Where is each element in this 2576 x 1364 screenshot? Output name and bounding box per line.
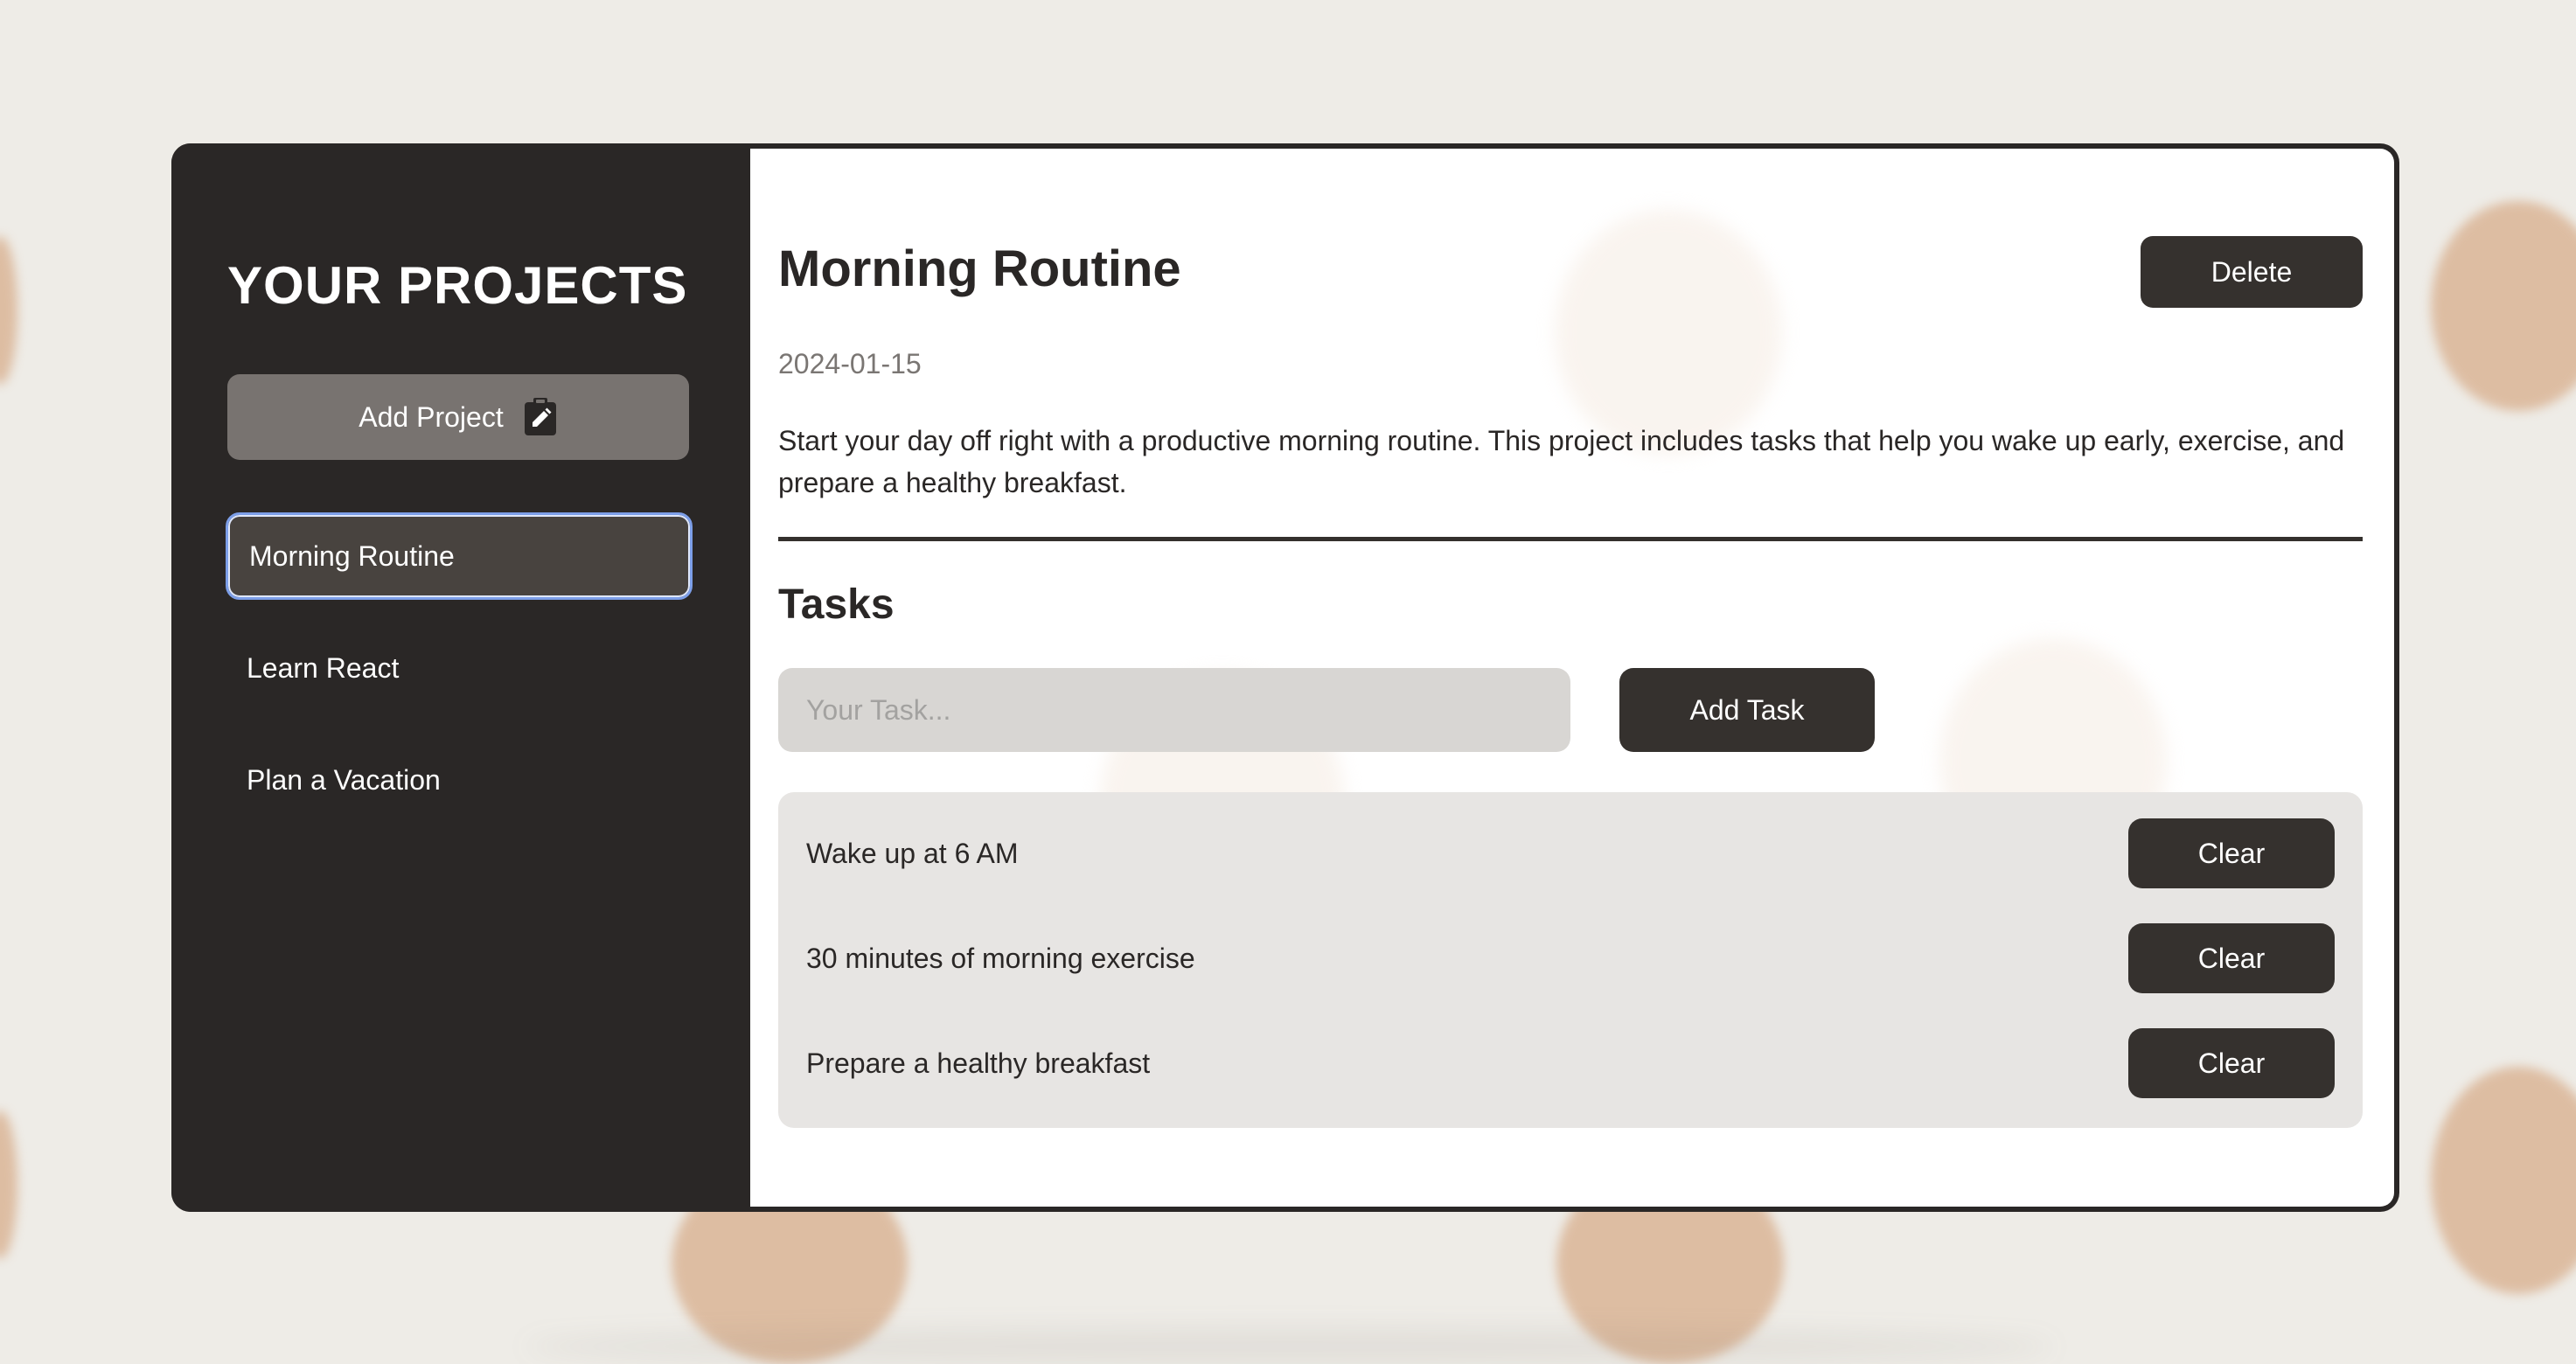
project-date: 2024-01-15 [778, 348, 922, 379]
background-shadow [525, 1329, 2055, 1364]
sidebar-item-morning-routine[interactable]: Morning Routine [226, 512, 693, 600]
project-item-label: Plan a Vacation [247, 763, 441, 796]
add-project-button[interactable]: Add Project [227, 374, 689, 460]
task-text: 30 minutes of morning exercise [806, 942, 1195, 974]
background-dot [2431, 201, 2576, 411]
project-title: Morning Routine [778, 240, 1181, 297]
project-content: Morning Routine Delete 2024-01-15 Start … [778, 149, 2363, 1207]
add-task-button[interactable]: Add Task [1619, 668, 1875, 752]
clear-task-button[interactable]: Clear [2128, 923, 2335, 993]
clipboard-edit-icon [523, 397, 558, 437]
task-text: Prepare a healthy breakfast [806, 1047, 1151, 1079]
task-item: 30 minutes of morning exercise Clear [806, 923, 2335, 993]
task-input[interactable] [778, 668, 1570, 752]
sidebar-item-learn-react[interactable]: Learn React [226, 624, 693, 712]
background-dot [0, 236, 17, 385]
clear-task-button[interactable]: Clear [2128, 818, 2335, 888]
task-text: Wake up at 6 AM [806, 837, 1019, 869]
tasks-heading: Tasks [778, 581, 895, 628]
app-window: YOUR PROJECTS Add Project Morning Routin… [171, 143, 2399, 1212]
task-item: Prepare a healthy breakfast Clear [806, 1028, 2335, 1098]
sidebar-title: YOUR PROJECTS [227, 256, 688, 315]
project-description: Start your day off right with a producti… [778, 425, 2345, 498]
add-project-label: Add Project [359, 400, 504, 433]
clear-task-button[interactable]: Clear [2128, 1028, 2335, 1098]
project-list: Morning Routine Learn React Plan a Vacat… [226, 512, 693, 848]
project-item-label: Morning Routine [249, 539, 455, 572]
project-detail-panel: Morning Routine Delete 2024-01-15 Start … [750, 149, 2394, 1207]
project-item-label: Learn React [247, 651, 400, 684]
sidebar-item-plan-a-vacation[interactable]: Plan a Vacation [226, 736, 693, 824]
background-dot [2431, 1067, 2576, 1294]
section-divider [778, 537, 2363, 541]
background-dot [0, 1110, 17, 1259]
task-list: Wake up at 6 AM Clear 30 minutes of morn… [778, 792, 2363, 1128]
sidebar: YOUR PROJECTS Add Project Morning Routin… [171, 143, 750, 1212]
delete-button[interactable]: Delete [2141, 236, 2363, 308]
task-item: Wake up at 6 AM Clear [806, 818, 2335, 888]
